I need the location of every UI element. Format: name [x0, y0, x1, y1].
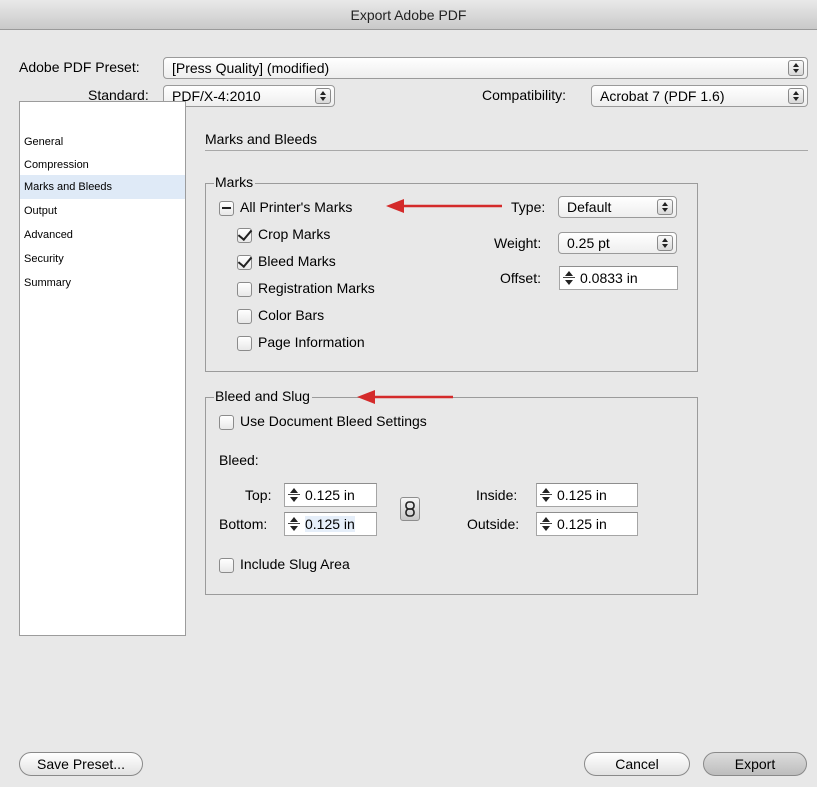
use-document-bleed-label: Use Document Bleed Settings [240, 413, 427, 429]
include-slug-checkbox[interactable] [219, 558, 234, 573]
page-information-label: Page Information [258, 334, 365, 350]
compatibility-value: Acrobat 7 (PDF 1.6) [600, 88, 725, 104]
stepper-arrows-icon[interactable] [287, 487, 301, 503]
preset-value: [Press Quality] (modified) [172, 60, 330, 76]
bleed-inside-value: 0.125 in [557, 487, 607, 503]
select-arrows-icon [788, 60, 804, 76]
registration-marks-checkbox[interactable] [237, 282, 252, 297]
sidebar: General Compression Marks and Bleeds Out… [19, 101, 186, 636]
bleed-outside-field[interactable]: 0.125 in [536, 512, 638, 536]
bleed-label: Bleed: [219, 452, 259, 468]
chain-link-icon [405, 501, 415, 517]
bleed-marks-label: Bleed Marks [258, 253, 336, 269]
type-select[interactable]: Default [558, 196, 677, 218]
stepper-arrows-icon[interactable] [539, 516, 553, 532]
export-button[interactable]: Export [703, 752, 807, 776]
weight-label: Weight: [494, 235, 542, 251]
outside-label: Outside: [467, 516, 520, 532]
type-value: Default [567, 199, 612, 215]
stepper-arrows-icon[interactable] [562, 270, 576, 286]
bleed-outside-value: 0.125 in [557, 516, 607, 532]
bleed-bottom-value: 0.125 in [305, 516, 355, 532]
select-arrows-icon [788, 88, 804, 104]
stepper-arrows-icon[interactable] [539, 487, 553, 503]
top-label: Top: [245, 487, 272, 503]
color-bars-label: Color Bars [258, 307, 325, 323]
bleed-marks-checkbox[interactable] [237, 255, 252, 270]
page-information-checkbox[interactable] [237, 336, 252, 351]
preset-select[interactable]: [Press Quality] (modified) [163, 57, 808, 79]
crop-marks-checkbox[interactable] [237, 228, 252, 243]
crop-marks-label: Crop Marks [258, 226, 331, 242]
standard-select[interactable]: PDF/X-4:2010 [163, 85, 335, 107]
save-preset-button[interactable]: Save Preset... [19, 752, 143, 776]
section-divider [205, 150, 808, 151]
window-title: Export Adobe PDF [350, 7, 467, 23]
bottom-label: Bottom: [219, 516, 268, 532]
title-bar: Export Adobe PDF [0, 0, 817, 30]
compatibility-label: Compatibility: [482, 87, 567, 103]
bleed-top-value: 0.125 in [305, 487, 355, 503]
section-title: Marks and Bleeds [205, 131, 318, 147]
include-slug-label: Include Slug Area [240, 556, 350, 572]
preset-label: Adobe PDF Preset: [19, 59, 140, 75]
offset-label: Offset: [500, 270, 541, 286]
offset-field[interactable]: 0.0833 in [559, 266, 678, 290]
select-arrows-icon [315, 88, 331, 104]
bleed-inside-field[interactable]: 0.125 in [536, 483, 638, 507]
sidebar-item-general[interactable]: General [20, 130, 185, 154]
annotation-arrow-icon [357, 390, 453, 404]
registration-marks-label: Registration Marks [258, 280, 375, 296]
weight-value: 0.25 pt [567, 235, 610, 251]
use-document-bleed-checkbox[interactable] [219, 415, 234, 430]
compatibility-select[interactable]: Acrobat 7 (PDF 1.6) [591, 85, 808, 107]
sidebar-item-security[interactable]: Security [20, 247, 185, 271]
link-bleed-button[interactable] [400, 497, 420, 521]
sidebar-item-summary[interactable]: Summary [20, 271, 185, 295]
bleed-slug-group-title: Bleed and Slug [214, 388, 312, 404]
sidebar-item-advanced[interactable]: Advanced [20, 223, 185, 247]
select-arrows-icon [657, 199, 673, 215]
inside-label: Inside: [476, 487, 518, 503]
marks-group-title: Marks [214, 174, 256, 190]
cancel-button[interactable]: Cancel [584, 752, 690, 776]
bleed-top-field[interactable]: 0.125 in [284, 483, 377, 507]
offset-value: 0.0833 in [580, 270, 638, 286]
stepper-arrows-icon[interactable] [287, 516, 301, 532]
sidebar-item-marks-and-bleeds[interactable]: Marks and Bleeds [20, 175, 185, 199]
sidebar-item-compression[interactable]: Compression [20, 153, 185, 177]
type-label: Type: [511, 199, 546, 215]
all-printers-marks-checkbox[interactable] [219, 201, 234, 216]
weight-select[interactable]: 0.25 pt [558, 232, 677, 254]
color-bars-checkbox[interactable] [237, 309, 252, 324]
select-arrows-icon [657, 235, 673, 251]
annotation-arrow-icon [386, 199, 502, 213]
all-printers-marks-label: All Printer's Marks [240, 199, 353, 215]
sidebar-item-output[interactable]: Output [20, 199, 185, 223]
bleed-bottom-field[interactable]: 0.125 in [284, 512, 377, 536]
